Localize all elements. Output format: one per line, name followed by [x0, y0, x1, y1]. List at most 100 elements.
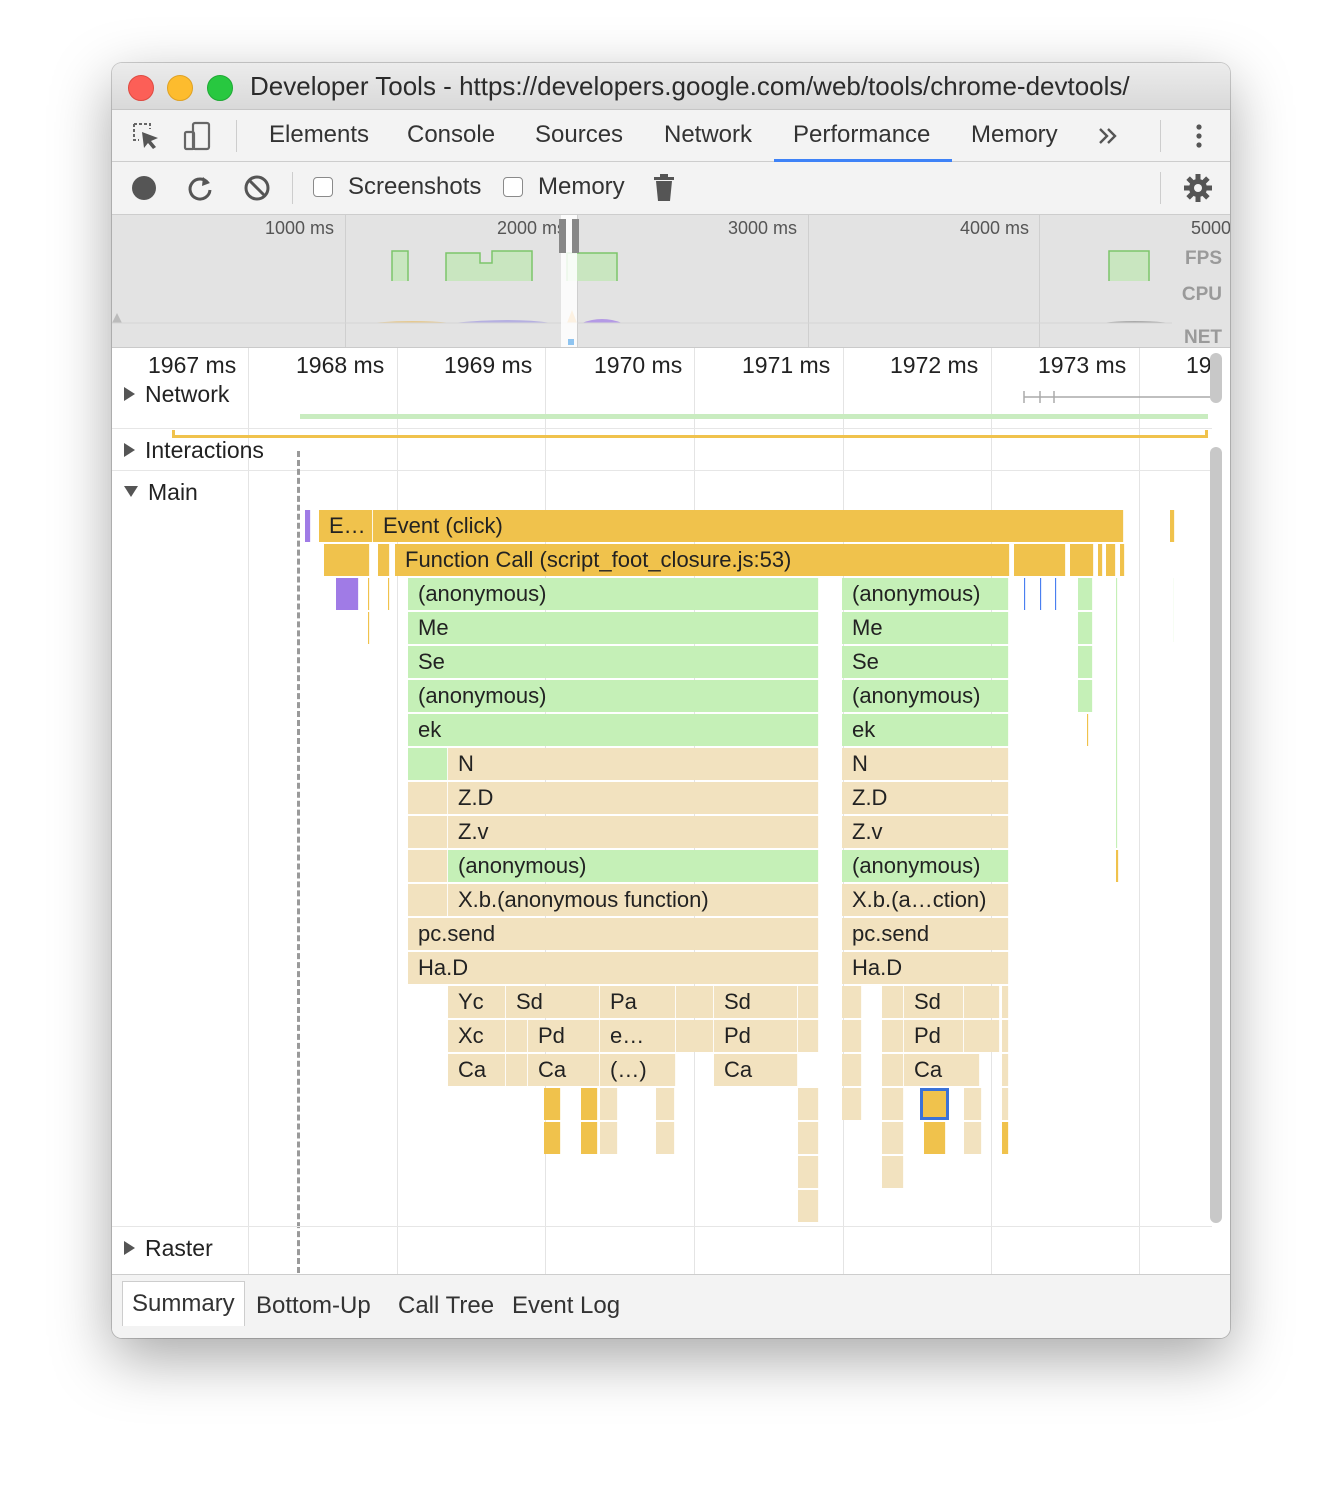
- flame-block[interactable]: [842, 986, 862, 1018]
- flame-block-left[interactable]: (anonymous): [408, 578, 819, 610]
- flame-block-left[interactable]: (anonymous): [408, 680, 819, 712]
- flame-block[interactable]: [368, 612, 370, 644]
- flame-block-left[interactable]: Yc: [448, 986, 506, 1018]
- customize-menu-icon[interactable]: [1183, 120, 1215, 152]
- flame-block-left[interactable]: (…): [600, 1054, 676, 1086]
- flame-block[interactable]: [581, 1088, 598, 1120]
- flame-block[interactable]: [1087, 714, 1089, 746]
- flame-block[interactable]: [964, 1020, 1000, 1052]
- flame-block-right[interactable]: (anonymous): [842, 850, 1009, 882]
- memory-checkbox[interactable]: [503, 177, 523, 197]
- flame-block-left[interactable]: Se: [408, 646, 819, 678]
- flame-block-right[interactable]: Ha.D: [842, 952, 1009, 984]
- flame-block[interactable]: [368, 578, 370, 610]
- flame-block[interactable]: [1173, 578, 1174, 642]
- flame-block[interactable]: [1024, 578, 1026, 610]
- flame-block[interactable]: [324, 544, 370, 576]
- flame-block[interactable]: [798, 1122, 819, 1154]
- flame-block[interactable]: [408, 816, 448, 848]
- flame-block-left[interactable]: Pd: [714, 1020, 798, 1052]
- flame-block[interactable]: [882, 1054, 904, 1086]
- main-scrollbar[interactable]: [1210, 447, 1222, 1223]
- flame-block-left[interactable]: Ca: [714, 1054, 798, 1086]
- timeline-overview[interactable]: 1000 ms 2000 ms 3000 ms 4000 ms 5000 FPS…: [112, 215, 1230, 348]
- flame-block[interactable]: [1055, 578, 1057, 610]
- flame-block[interactable]: [882, 1020, 904, 1052]
- flame-block-left[interactable]: Me: [408, 612, 819, 644]
- flame-block[interactable]: [1098, 544, 1103, 576]
- flame-block[interactable]: [506, 1020, 528, 1052]
- flame-block[interactable]: [600, 1122, 618, 1154]
- flame-block-right[interactable]: N: [842, 748, 1009, 780]
- flame-block[interactable]: [408, 884, 448, 916]
- more-tabs-chevron-icon[interactable]: [1092, 120, 1124, 152]
- flame-block[interactable]: [924, 1122, 946, 1154]
- flame-block[interactable]: [882, 1122, 904, 1154]
- flame-block[interactable]: [1002, 1020, 1009, 1052]
- flame-block[interactable]: [1002, 986, 1009, 1018]
- flame-block[interactable]: [1002, 1122, 1009, 1154]
- flame-block[interactable]: [1002, 1054, 1009, 1086]
- flame-block[interactable]: [408, 850, 448, 882]
- flame-block[interactable]: [1078, 578, 1093, 610]
- flame-block[interactable]: [964, 986, 1000, 1018]
- flame-block[interactable]: [964, 1088, 982, 1120]
- flame-block-right[interactable]: ek: [842, 714, 1009, 746]
- tab-elements[interactable]: Elements: [269, 110, 369, 161]
- flame-block[interactable]: [1078, 680, 1093, 712]
- flame-block-left[interactable]: Ca: [448, 1054, 506, 1086]
- flame-block-right[interactable]: Sd: [904, 986, 964, 1018]
- flame-block-left[interactable]: Pd: [528, 1020, 600, 1052]
- flame-block[interactable]: [336, 578, 359, 610]
- flame-block-left[interactable]: X.b.(anonymous function): [448, 884, 819, 916]
- minimize-window-button[interactable]: [167, 75, 193, 101]
- flame-block-event-click[interactable]: Event (click): [373, 510, 1124, 542]
- flame-block[interactable]: [656, 1122, 675, 1154]
- device-toolbar-icon[interactable]: [182, 120, 214, 152]
- flame-block-left[interactable]: Ha.D: [408, 952, 819, 984]
- tab-bottom-up[interactable]: Bottom-Up: [256, 1292, 371, 1320]
- flame-block[interactable]: [798, 1088, 819, 1120]
- flame-block[interactable]: [1014, 544, 1066, 576]
- flame-block[interactable]: [676, 986, 714, 1018]
- flame-block-right[interactable]: Ca: [904, 1054, 980, 1086]
- clear-icon[interactable]: [243, 174, 271, 202]
- tab-sources[interactable]: Sources: [535, 110, 623, 161]
- flame-block-right[interactable]: Me: [842, 612, 1009, 644]
- flame-block-right[interactable]: (anonymous): [842, 680, 1009, 712]
- flame-block[interactable]: [581, 1122, 598, 1154]
- tab-memory[interactable]: Memory: [971, 110, 1058, 161]
- flame-block[interactable]: [1170, 510, 1175, 542]
- flame-block[interactable]: [600, 1088, 618, 1120]
- flame-block-left[interactable]: e…: [600, 1020, 676, 1052]
- flame-block[interactable]: [305, 510, 311, 542]
- flame-block[interactable]: [882, 1088, 904, 1120]
- flame-block[interactable]: [1078, 612, 1093, 644]
- flame-block-left[interactable]: (anonymous): [448, 850, 819, 882]
- flame-block[interactable]: [378, 544, 390, 576]
- flame-block[interactable]: [676, 1020, 714, 1052]
- network-track-toggle[interactable]: Network: [124, 381, 229, 408]
- flame-block[interactable]: [882, 986, 904, 1018]
- flame-block-left[interactable]: N: [448, 748, 819, 780]
- reload-record-icon[interactable]: [186, 174, 214, 202]
- flame-block[interactable]: [408, 748, 448, 780]
- settings-gear-icon[interactable]: [1183, 173, 1213, 203]
- interactions-track-toggle[interactable]: Interactions: [124, 437, 264, 464]
- flame-block-left[interactable]: ek: [408, 714, 819, 746]
- flame-block-function-call[interactable]: Function Call (script_foot_closure.js:53…: [395, 544, 1010, 576]
- flame-block[interactable]: [798, 1190, 819, 1222]
- flame-block-selected[interactable]: [920, 1088, 949, 1120]
- flame-block[interactable]: [544, 1088, 561, 1120]
- flame-block[interactable]: [506, 1054, 528, 1086]
- flame-block[interactable]: [1106, 544, 1116, 576]
- flame-block-right[interactable]: Se: [842, 646, 1009, 678]
- close-window-button[interactable]: [128, 75, 154, 101]
- flame-block[interactable]: [1070, 544, 1094, 576]
- flame-block[interactable]: [798, 986, 819, 1018]
- flame-block-left[interactable]: Z.v: [448, 816, 819, 848]
- tab-performance[interactable]: Performance: [793, 110, 930, 161]
- tab-event-log[interactable]: Event Log: [512, 1292, 620, 1320]
- flame-block-left[interactable]: Z.D: [448, 782, 819, 814]
- raster-track-toggle[interactable]: Raster: [124, 1235, 213, 1262]
